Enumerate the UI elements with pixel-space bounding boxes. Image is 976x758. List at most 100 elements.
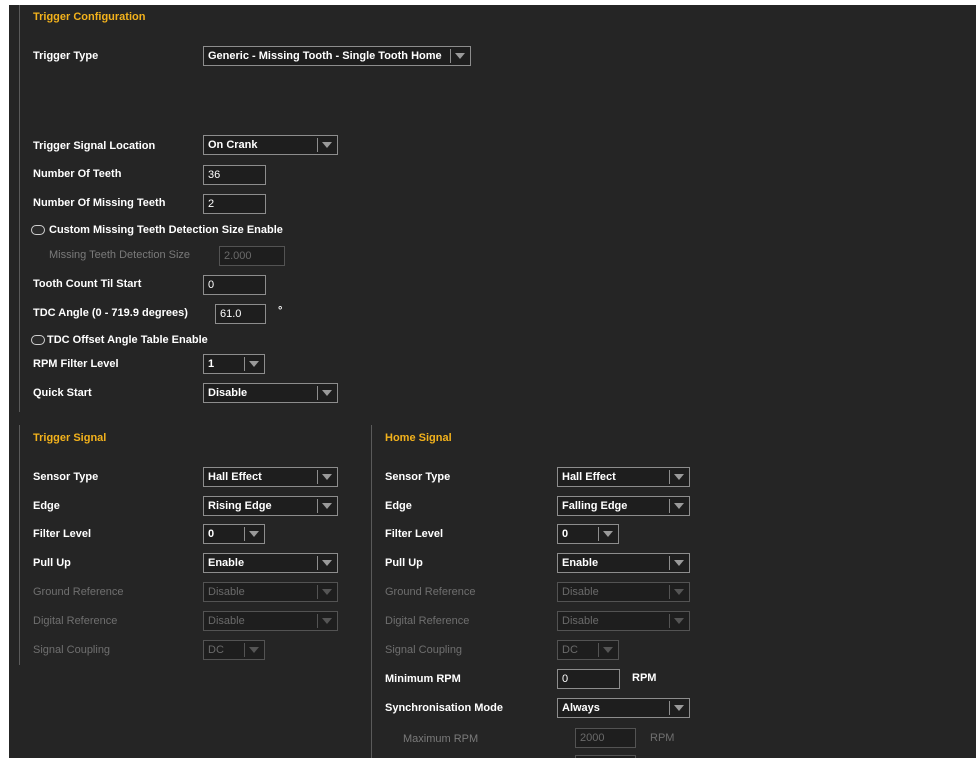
trigger-signal-title: Trigger Signal — [33, 432, 107, 444]
trigger-pull-up-dropdown[interactable]: Enable — [203, 553, 338, 573]
chevron-down-icon — [674, 474, 684, 480]
home-edge-label: Edge — [385, 500, 412, 512]
chevron-down-icon — [249, 531, 259, 537]
trigger-type-label: Trigger Type — [33, 50, 99, 62]
home-filter-level-dropdown[interactable]: 0 — [557, 524, 619, 544]
home-ground-reference-dropdown[interactable]: Disable — [557, 582, 690, 602]
missing-teeth-detection-size-label: Missing Teeth Detection Size — [49, 249, 191, 261]
chevron-down-icon — [674, 705, 684, 711]
home-digital-reference-dropdown[interactable]: Disable — [557, 611, 690, 631]
trigger-ground-reference-label: Ground Reference — [33, 586, 124, 598]
home-edge-dropdown[interactable]: Falling Edge — [557, 496, 690, 516]
trigger-digital-reference-label: Digital Reference — [33, 615, 118, 627]
synchronisation-mode-value: Always — [562, 702, 600, 714]
tdc-angle-unit: ° — [278, 305, 283, 317]
tdc-offset-table-toggle[interactable] — [31, 335, 45, 345]
number-of-teeth-input[interactable]: 36 — [203, 165, 266, 185]
trigger-signal-coupling-label: Signal Coupling — [33, 644, 111, 656]
trigger-pull-up-value: Enable — [208, 557, 245, 569]
home-signal-coupling-label: Signal Coupling — [385, 644, 463, 656]
trigger-signal-divider — [19, 425, 20, 665]
tdc-offset-table-label: TDC Offset Angle Table Enable — [47, 334, 208, 346]
chevron-down-icon — [674, 503, 684, 509]
tdc-angle-input[interactable]: 61.0 — [215, 304, 266, 324]
number-of-missing-teeth-label: Number Of Missing Teeth — [33, 197, 166, 209]
quick-start-value: Disable — [208, 387, 248, 399]
minimum-rpm-input[interactable]: 0 — [557, 669, 620, 689]
synchronisation-mode-dropdown[interactable]: Always — [557, 698, 690, 718]
trigger-edge-dropdown[interactable]: Rising Edge — [203, 496, 338, 516]
rpm-filter-level-dropdown[interactable]: 1 — [203, 354, 265, 374]
home-filter-level-value: 0 — [562, 528, 569, 540]
trigger-filter-level-dropdown[interactable]: 0 — [203, 524, 265, 544]
home-signal-coupling-value: DC — [562, 644, 578, 656]
trigger-signal-location-label: Trigger Signal Location — [33, 140, 156, 152]
home-sensor-type-value: Hall Effect — [562, 471, 616, 483]
number-of-missing-teeth-input[interactable]: 2 — [203, 194, 266, 214]
trigger-edge-label: Edge — [33, 500, 60, 512]
trigger-type-dropdown[interactable]: Generic - Missing Tooth - Single Tooth H… — [203, 46, 471, 66]
home-signal-title: Home Signal — [385, 432, 452, 444]
maximum-rpm-unit: RPM — [650, 732, 675, 744]
trigger-sensor-type-dropdown[interactable]: Hall Effect — [203, 467, 338, 487]
home-digital-reference-label: Digital Reference — [385, 615, 470, 627]
trigger-filter-level-value: 0 — [208, 528, 215, 540]
chevron-down-icon — [249, 647, 259, 653]
home-ground-reference-value: Disable — [562, 586, 599, 598]
rpm-filter-level-label: RPM Filter Level — [33, 358, 119, 370]
trigger-digital-reference-value: Disable — [208, 615, 245, 627]
trigger-type-value: Generic - Missing Tooth - Single Tooth H… — [208, 50, 442, 62]
home-digital-reference-value: Disable — [562, 615, 599, 627]
custom-missing-teeth-label: Custom Missing Teeth Detection Size Enab… — [49, 224, 283, 236]
trigger-sensor-type-value: Hall Effect — [208, 471, 262, 483]
minimum-rpm-label: Minimum RPM — [385, 673, 461, 685]
maximum-rpm-label: Maximum RPM — [403, 733, 479, 745]
tooth-count-til-start-label: Tooth Count Til Start — [33, 278, 142, 290]
trigger-ground-reference-dropdown[interactable]: Disable — [203, 582, 338, 602]
chevron-down-icon — [322, 474, 332, 480]
home-pull-up-dropdown[interactable]: Enable — [557, 553, 690, 573]
config-section-divider — [19, 5, 20, 412]
number-of-teeth-label: Number Of Teeth — [33, 168, 122, 180]
chevron-down-icon — [674, 589, 684, 595]
tooth-count-til-start-input[interactable]: 0 — [203, 275, 266, 295]
home-sensor-type-dropdown[interactable]: Hall Effect — [557, 467, 690, 487]
home-edge-value: Falling Edge — [562, 500, 628, 512]
minimum-rpm-unit: RPM — [632, 672, 657, 684]
trigger-sensor-type-label: Sensor Type — [33, 471, 99, 483]
home-pull-up-label: Pull Up — [385, 557, 423, 569]
chevron-down-icon — [322, 560, 332, 566]
synchronisation-mode-label: Synchronisation Mode — [385, 702, 503, 714]
home-filter-level-label: Filter Level — [385, 528, 444, 540]
trigger-pull-up-label: Pull Up — [33, 557, 71, 569]
trigger-signal-coupling-dropdown[interactable]: DC — [203, 640, 265, 660]
trigger-signal-location-dropdown[interactable]: On Crank — [203, 135, 338, 155]
chevron-down-icon — [455, 53, 465, 59]
home-signal-coupling-dropdown[interactable]: DC — [557, 640, 619, 660]
trigger-configuration-title: Trigger Configuration — [33, 11, 146, 23]
trigger-ground-reference-value: Disable — [208, 586, 245, 598]
home-signal-divider — [371, 425, 372, 758]
rpm-filter-level-value: 1 — [208, 358, 215, 370]
home-ground-reference-label: Ground Reference — [385, 586, 476, 598]
chevron-down-icon — [322, 390, 332, 396]
missing-teeth-detection-size-input[interactable]: 2.000 — [219, 246, 285, 266]
chevron-down-icon — [322, 618, 332, 624]
quick-start-label: Quick Start — [33, 387, 92, 399]
quick-start-dropdown[interactable]: Disable — [203, 383, 338, 403]
custom-missing-teeth-toggle[interactable] — [31, 225, 45, 235]
tdc-angle-label: TDC Angle (0 - 719.9 degrees) — [33, 307, 188, 319]
trigger-settings-panel: Trigger Configuration Trigger Type Gener… — [9, 5, 976, 758]
trigger-signal-location-value: On Crank — [208, 139, 258, 151]
trigger-filter-level-label: Filter Level — [33, 528, 92, 540]
trigger-edge-value: Rising Edge — [208, 500, 272, 512]
home-pull-up-value: Enable — [562, 557, 599, 569]
chevron-down-icon — [603, 647, 613, 653]
chevron-down-icon — [603, 531, 613, 537]
home-sensor-type-label: Sensor Type — [385, 471, 451, 483]
maximum-rpm-input[interactable]: 2000 — [575, 728, 636, 748]
trigger-signal-coupling-value: DC — [208, 644, 224, 656]
chevron-down-icon — [322, 142, 332, 148]
trigger-digital-reference-dropdown[interactable]: Disable — [203, 611, 338, 631]
chevron-down-icon — [322, 589, 332, 595]
